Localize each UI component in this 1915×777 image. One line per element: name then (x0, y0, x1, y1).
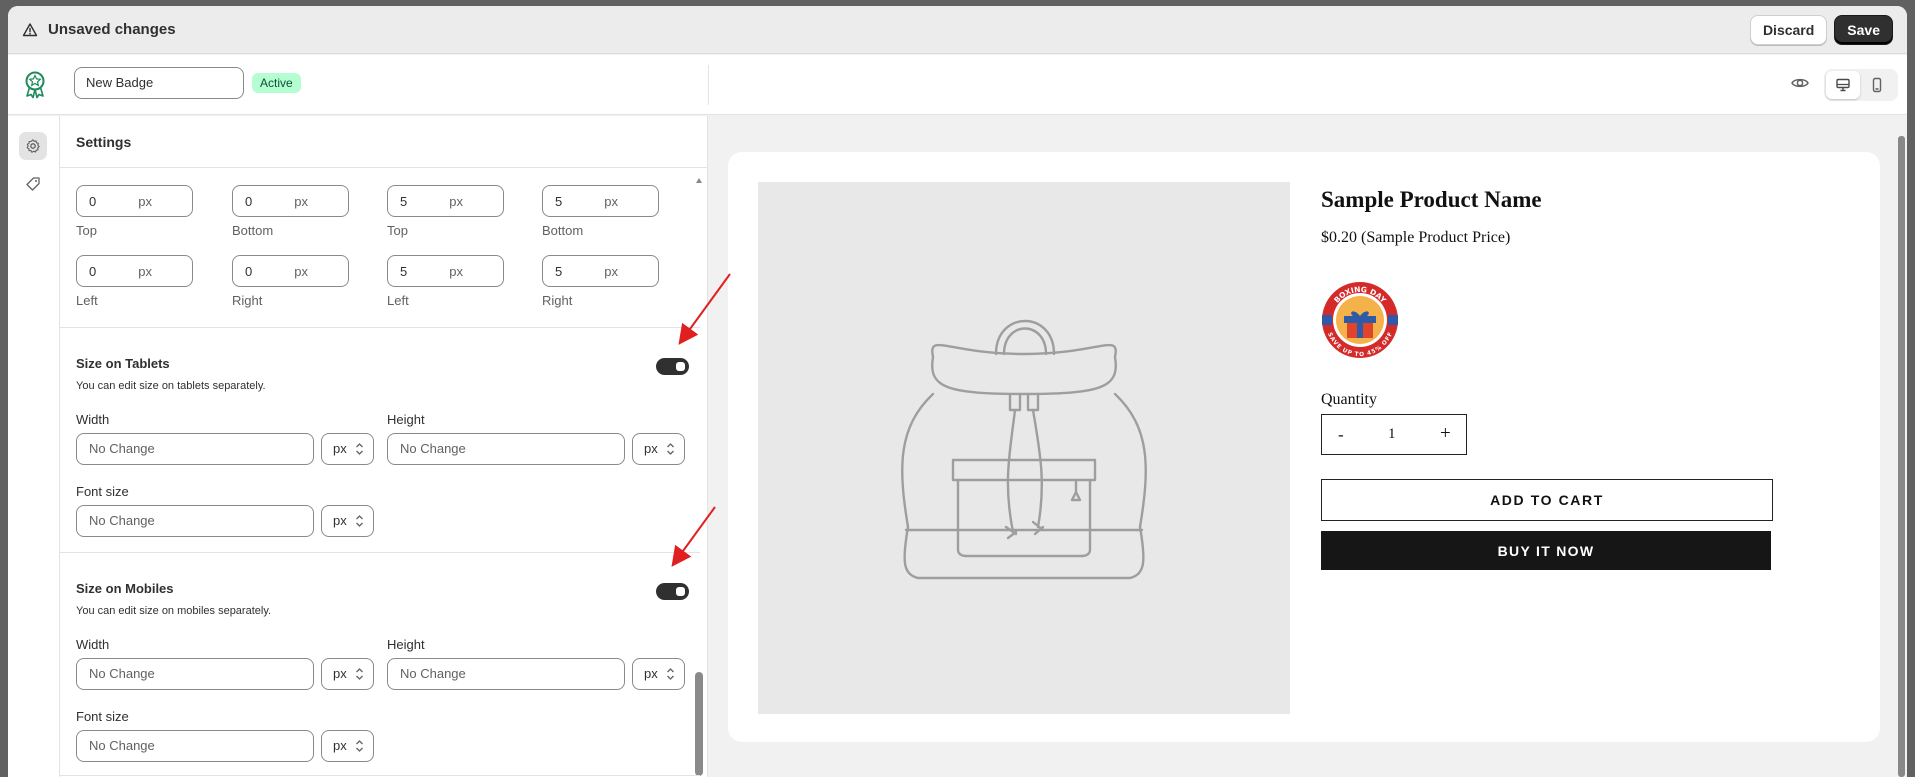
mobiles-section-title: Size on Mobiles (76, 581, 174, 596)
section-divider (60, 775, 700, 776)
add-to-cart-button[interactable]: ADD TO CART (1321, 479, 1773, 521)
rail-badges[interactable] (19, 170, 47, 198)
mobiles-section-subtitle: You can edit size on mobiles separately. (76, 605, 272, 617)
padding-caption: Bottom (232, 223, 274, 238)
padding-caption: Left (76, 293, 98, 308)
mobiles-font-unit-select[interactable]: px (321, 730, 374, 762)
mobile-view-button[interactable] (1860, 71, 1894, 99)
padding-caption: Right (542, 293, 573, 308)
app-logo-icon (25, 71, 45, 99)
tablets-width-label: Width (76, 412, 110, 427)
product-image (758, 182, 1290, 714)
quantity-decrement-button[interactable]: - (1338, 425, 1344, 445)
panel-scrollbar[interactable] (695, 176, 703, 776)
icon-rail (8, 116, 60, 777)
settings-title: Settings (60, 116, 707, 168)
mobiles-height-label: Height (387, 637, 425, 652)
tablets-height-label: Height (387, 412, 425, 427)
eye-icon[interactable] (1790, 73, 1810, 93)
quantity-value[interactable]: 1 (1388, 426, 1396, 443)
editor-header: New Badge Active (8, 55, 1907, 115)
padding-caption: Left (387, 293, 409, 308)
tablets-width-input[interactable]: No Change (76, 433, 314, 465)
discard-button[interactable]: Discard (1749, 14, 1828, 45)
gear-icon (26, 139, 40, 153)
mobiles-width-input[interactable]: No Change (76, 658, 314, 690)
mobiles-height-unit-select[interactable]: px (632, 658, 685, 690)
mobiles-height-input[interactable]: No Change (387, 658, 625, 690)
chevron-up-down-icon (667, 443, 674, 455)
unsaved-changes-title: Unsaved changes (48, 21, 176, 38)
chevron-up-down-icon (356, 443, 363, 455)
padding-input[interactable]: 5 px (542, 255, 659, 287)
padding-input[interactable]: 0 px (232, 185, 349, 217)
padding-caption: Top (387, 223, 408, 238)
backpack-illustration (901, 319, 1147, 580)
status-badge: Active (252, 73, 301, 93)
tablets-font-unit-select[interactable]: px (321, 505, 374, 537)
padding-input[interactable]: 5 px (387, 185, 504, 217)
mobiles-size-toggle[interactable] (656, 583, 689, 600)
buy-it-now-button[interactable]: BUY IT NOW (1321, 531, 1771, 570)
mobiles-width-unit-select[interactable]: px (321, 658, 374, 690)
product-price: $0.20 (Sample Product Price) (1321, 229, 1511, 246)
section-divider (60, 327, 700, 328)
desktop-view-button[interactable] (1826, 71, 1860, 99)
tablets-height-unit-select[interactable]: px (632, 433, 685, 465)
padding-input[interactable]: 0 px (76, 185, 193, 217)
scroll-up-arrow[interactable] (696, 178, 702, 183)
quantity-increment-button[interactable]: + (1440, 423, 1451, 445)
padding-caption: Bottom (542, 223, 584, 238)
chevron-up-down-icon (667, 668, 674, 680)
padding-input[interactable]: 5 px (387, 255, 504, 287)
padding-caption: Top (76, 223, 97, 238)
chevron-up-down-icon (356, 740, 363, 752)
tablets-height-input[interactable]: No Change (387, 433, 625, 465)
padding-caption: Right (232, 293, 263, 308)
quantity-stepper: - 1 + (1321, 414, 1467, 455)
chevron-up-down-icon (356, 668, 363, 680)
scroll-thumb[interactable] (695, 672, 703, 776)
tablets-width-unit-select[interactable]: px (321, 433, 374, 465)
padding-input[interactable]: 0 px (232, 255, 349, 287)
tablets-font-size-label: Font size (76, 484, 129, 499)
tablets-section-title: Size on Tablets (76, 356, 170, 371)
preview-scrollbar[interactable] (1898, 136, 1905, 777)
padding-input[interactable]: 0 px (76, 255, 193, 287)
tag-icon (26, 177, 40, 191)
warning-icon (22, 22, 38, 36)
device-switcher (1824, 69, 1898, 101)
save-button[interactable]: Save (1834, 14, 1893, 45)
settings-panel: Settings 0 px 0 px 5 px 5 px Top Bottom Top … (60, 116, 708, 777)
mobiles-font-size-label: Font size (76, 709, 129, 724)
tablets-section-subtitle: You can edit size on tablets separately. (76, 380, 266, 392)
chevron-up-down-icon (356, 515, 363, 527)
padding-input[interactable]: 5 px (542, 185, 659, 217)
product-name: Sample Product Name (1321, 187, 1542, 212)
quantity-label: Quantity (1321, 391, 1377, 408)
section-divider (60, 552, 700, 553)
header-divider (708, 65, 709, 105)
mobiles-font-size-input[interactable]: No Change (76, 730, 314, 762)
mobiles-width-label: Width (76, 637, 110, 652)
tablets-size-toggle[interactable] (656, 358, 689, 375)
tablets-font-size-input[interactable]: No Change (76, 505, 314, 537)
mobile-icon (1872, 77, 1882, 93)
desktop-icon (1836, 78, 1850, 92)
unsaved-changes-bar: Unsaved changes Discard Save (8, 6, 1907, 54)
rail-settings[interactable] (19, 132, 47, 160)
badge-name-input[interactable]: New Badge (74, 67, 244, 99)
boxing-day-badge-image: BOXING DAY SAVE UP TO 45% OFF (1322, 282, 1398, 358)
